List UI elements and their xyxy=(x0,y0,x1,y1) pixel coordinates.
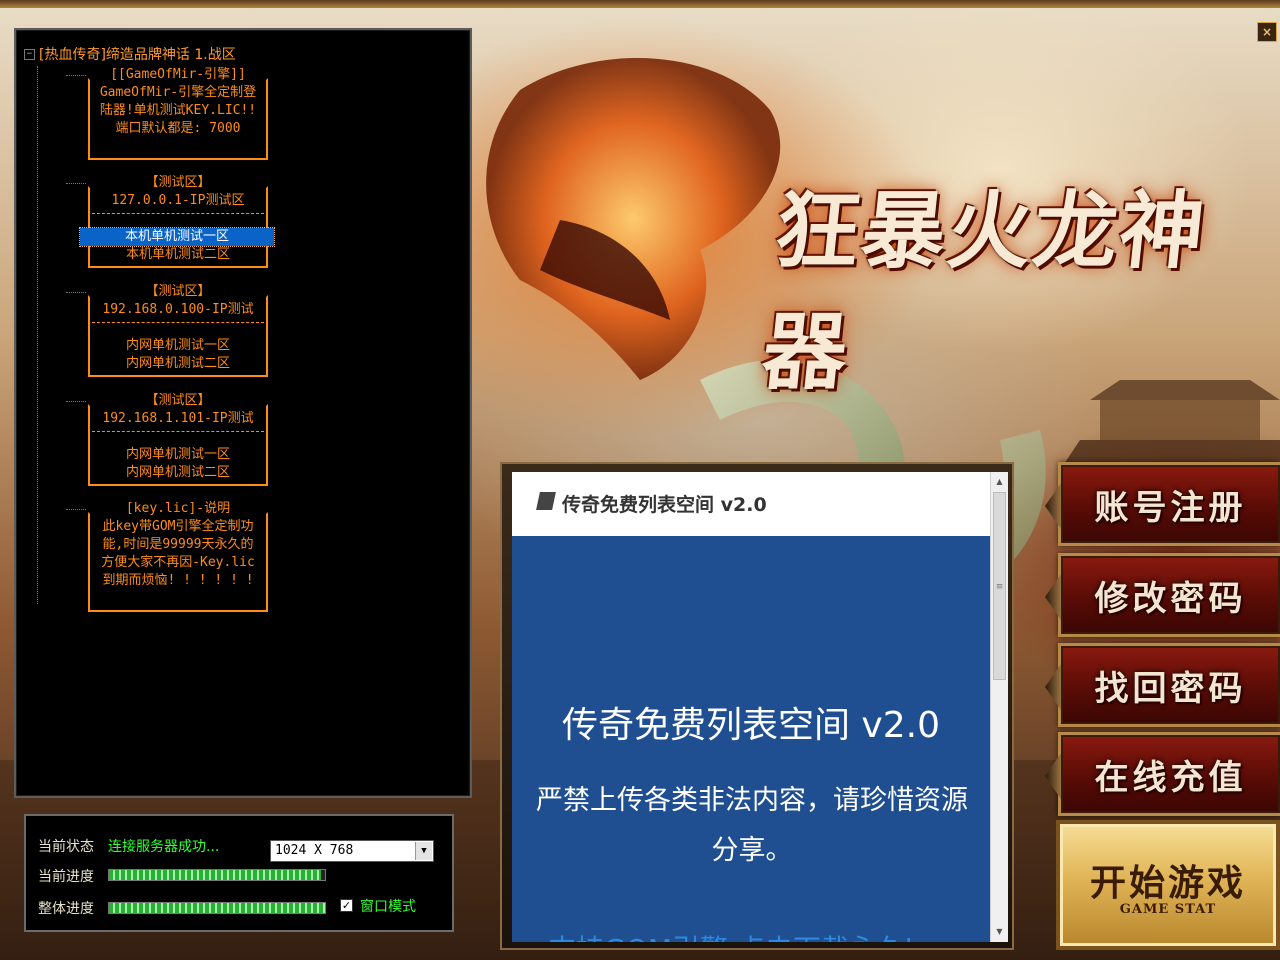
server-list-panel: − [热血传奇]缔造品牌神话 1.战区 [[GameOfMir-引擎]] Gam… xyxy=(14,28,472,798)
start-game-button[interactable]: 开始游戏 GAME STAT xyxy=(1056,820,1280,950)
tree-node[interactable]: 方便大家不再因-Key.lic xyxy=(88,554,268,572)
tree-node[interactable]: 127.0.0.1-IP测试区 xyxy=(88,192,268,210)
group-divider xyxy=(92,431,264,432)
tree-node[interactable]: 内网单机测试二区 xyxy=(88,355,268,373)
tree-node[interactable]: [[GameOfMir-引擎]] xyxy=(88,66,268,84)
state-value: 连接服务器成功... xyxy=(108,839,220,855)
tree-node[interactable]: 【测试区】 xyxy=(88,392,268,410)
resolution-value: 1024 X 768 xyxy=(275,843,354,858)
news-webview: 传奇免费列表空间 v2.0 传奇免费列表空间 v2.0 严禁上传各类非法内容，请… xyxy=(512,472,990,942)
tree-node[interactable]: GameOfMir-引擎全定制登 xyxy=(88,84,268,102)
news-title: 传奇免费列表空间 v2.0 xyxy=(561,705,940,746)
recover-password-button[interactable]: 找回密码 xyxy=(1045,643,1280,727)
news-header: 传奇免费列表空间 v2.0 xyxy=(512,472,990,536)
tree-tick xyxy=(66,292,86,293)
scroll-up-icon[interactable]: ▲ xyxy=(991,474,1008,490)
scroll-thumb[interactable]: ≡ xyxy=(993,492,1006,680)
tree-node[interactable]: 内网单机测试一区 xyxy=(88,337,268,355)
current-progress-bar xyxy=(108,869,326,881)
tree-node[interactable]: 192.168.1.101-IP测试 xyxy=(88,410,268,428)
download-key-link[interactable]: 支持GOM引擎,点击下载永久key xyxy=(512,928,990,942)
start-game-sub-label: GAME STAT xyxy=(1119,902,1217,917)
news-scrollbar[interactable]: ▲ ≡ ▼ xyxy=(990,472,1008,942)
scroll-down-icon[interactable]: ▼ xyxy=(991,924,1008,940)
state-label: 当前状态 xyxy=(38,839,94,855)
game-title-art: 狂暴火龙神器 xyxy=(758,181,1240,401)
window-top-border xyxy=(0,0,1280,8)
window-mode-label[interactable]: 窗口模式 xyxy=(360,896,416,916)
overall-progress-bar xyxy=(108,902,326,914)
recharge-button[interactable]: 在线充值 xyxy=(1045,732,1280,816)
close-icon: × xyxy=(1261,25,1273,39)
register-button[interactable]: 账号注册 xyxy=(1045,462,1280,546)
chevron-down-icon[interactable]: ▼ xyxy=(415,842,432,860)
tree-node[interactable]: 陆器!单机测试KEY.LIC!! xyxy=(88,102,268,120)
tree-node[interactable]: 本机单机测试二区 xyxy=(88,246,268,264)
current-progress-fill xyxy=(109,870,321,880)
tree-node-selected[interactable]: 本机单机测试一区 xyxy=(79,227,275,247)
resolution-select[interactable]: 1024 X 768 ▼ xyxy=(270,840,434,862)
tree-connector xyxy=(37,66,38,604)
tree-tick xyxy=(66,509,86,510)
game-title-text: 狂暴火龙神器 xyxy=(757,181,1211,401)
tree-node[interactable]: 【测试区】 xyxy=(88,283,268,301)
status-panel: 当前状态 连接服务器成功... 1024 X 768 ▼ 当前进度 整体进度 ✓… xyxy=(24,814,454,932)
progress-label: 当前进度 xyxy=(38,869,94,885)
tree-node[interactable]: 192.168.0.100-IP测试 xyxy=(88,301,268,319)
site-logo-icon xyxy=(536,492,556,510)
tree-node[interactable]: 能,时间是99999天永久的 xyxy=(88,536,268,554)
recover-password-label: 找回密码 xyxy=(1094,668,1247,709)
overall-progress-fill xyxy=(109,903,325,913)
tree-node[interactable]: 内网单机测试二区 xyxy=(88,464,268,482)
tree-node[interactable]: [key.lic]-说明 xyxy=(88,500,268,518)
start-game-label: 开始游戏 xyxy=(1089,862,1246,904)
window-mode-checkbox[interactable]: ✓ xyxy=(340,899,353,912)
tree-tick xyxy=(66,401,86,402)
tree-root-label: [热血传奇]缔造品牌神话 1.战区 xyxy=(39,47,236,63)
tree-node[interactable]: 【测试区】 xyxy=(88,174,268,192)
tree-node[interactable]: 内网单机测试一区 xyxy=(88,446,268,464)
tree-tick xyxy=(66,183,86,184)
change-password-label: 修改密码 xyxy=(1094,578,1247,619)
tree-root[interactable]: − [热血传奇]缔造品牌神话 1.战区 xyxy=(24,44,464,64)
collapse-icon[interactable]: − xyxy=(24,48,35,60)
recharge-label: 在线充值 xyxy=(1094,757,1247,798)
register-label: 账号注册 xyxy=(1094,487,1247,528)
group-divider xyxy=(92,213,264,214)
overall-label: 整体进度 xyxy=(38,901,94,917)
change-password-button[interactable]: 修改密码 xyxy=(1045,553,1280,637)
news-body: 传奇免费列表空间 v2.0 严禁上传各类非法内容，请珍惜资源分享。 支持GOM引… xyxy=(512,536,990,942)
news-header-title: 传奇免费列表空间 v2.0 xyxy=(562,494,767,516)
close-button[interactable]: × xyxy=(1257,22,1277,42)
news-panel: 传奇免费列表空间 v2.0 传奇免费列表空间 v2.0 严禁上传各类非法内容，请… xyxy=(500,462,1014,950)
tree-node[interactable]: 端口默认都是: 7000 xyxy=(88,120,268,138)
tree-node[interactable]: 到期而烦恼! ! ! ! ! ! xyxy=(88,572,268,590)
tree-tick xyxy=(66,75,86,76)
news-notice: 严禁上传各类非法内容，请珍惜资源分享。 xyxy=(536,785,968,866)
server-tree: − [热血传奇]缔造品牌神话 1.战区 [[GameOfMir-引擎]] Gam… xyxy=(24,44,464,612)
group-divider xyxy=(92,322,264,323)
tree-node[interactable]: 此key带GOM引擎全定制功 xyxy=(88,518,268,536)
